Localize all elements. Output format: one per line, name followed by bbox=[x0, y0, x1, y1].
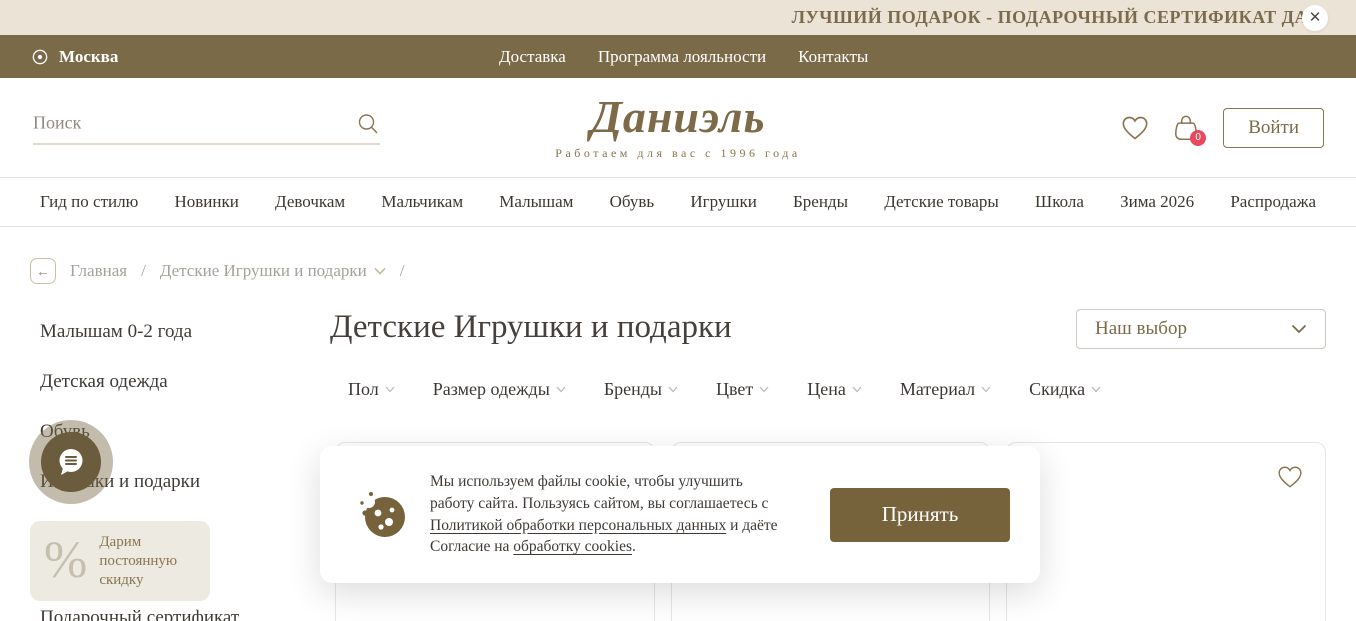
search-input[interactable] bbox=[33, 113, 356, 134]
login-button[interactable]: Войти bbox=[1223, 108, 1324, 148]
nav-item-babies[interactable]: Малышам bbox=[499, 192, 573, 212]
location-icon bbox=[30, 47, 50, 67]
city-selector[interactable]: Москва bbox=[0, 47, 118, 67]
breadcrumb-current[interactable]: Детские Игрушки и подарки bbox=[160, 261, 386, 281]
breadcrumb-separator: / bbox=[141, 261, 146, 281]
filter-color[interactable]: Цвет bbox=[716, 379, 769, 400]
sidebar-item-certificate[interactable]: Подарочный сертификат bbox=[40, 607, 330, 621]
filter-label: Размер одежды bbox=[433, 379, 550, 400]
nav-item-shoes[interactable]: Обувь bbox=[610, 192, 655, 212]
product-card[interactable]: ⚓ bbox=[1006, 442, 1326, 621]
cookie-text-part1: Мы используем файлы cookie, чтобы улучши… bbox=[430, 473, 768, 512]
promo-banner: ЛУЧШИЙ ПОДАРОК - ПОДАРОЧНЫЙ СЕРТИФИКАТ Д… bbox=[0, 0, 1356, 35]
heart-icon bbox=[1121, 115, 1149, 141]
title-row: Детские Игрушки и подарки Наш выбор bbox=[330, 309, 1326, 349]
topbar-link-delivery[interactable]: Доставка bbox=[499, 47, 566, 67]
cookie-accept-button[interactable]: Принять bbox=[830, 488, 1010, 542]
cart-button[interactable]: 0 bbox=[1173, 114, 1199, 142]
city-label: Москва bbox=[59, 47, 118, 67]
chevron-down-icon bbox=[668, 386, 678, 393]
chevron-down-icon bbox=[374, 267, 386, 275]
sidebar-item-babies[interactable]: Малышам 0-2 года bbox=[40, 321, 330, 343]
search-icon[interactable] bbox=[356, 111, 380, 135]
chevron-down-icon bbox=[1091, 386, 1101, 393]
nav-item-brands[interactable]: Бренды bbox=[793, 192, 848, 212]
header: Даниэль Работаем для вас с 1996 года 0 В… bbox=[0, 78, 1356, 177]
chat-bubble-icon bbox=[55, 446, 87, 478]
breadcrumb-current-label: Детские Игрушки и подарки bbox=[160, 261, 367, 281]
filter-size[interactable]: Размер одежды bbox=[433, 379, 566, 400]
filter-material[interactable]: Материал bbox=[900, 379, 991, 400]
logo-tagline: Работаем для вас с 1996 года bbox=[555, 146, 800, 161]
filter-label: Бренды bbox=[604, 379, 662, 400]
filter-row: Пол Размер одежды Бренды Цвет Цена Матер… bbox=[330, 379, 1326, 400]
filter-label: Цвет bbox=[716, 379, 753, 400]
page: ЛУЧШИЙ ПОДАРОК - ПОДАРОЧНЫЙ СЕРТИФИКАТ Д… bbox=[0, 0, 1356, 621]
sidebar-item-clothes[interactable]: Детская одежда bbox=[40, 371, 330, 393]
chevron-down-icon bbox=[556, 386, 566, 393]
breadcrumb: ← Главная / Детские Игрушки и подарки / bbox=[0, 227, 1356, 284]
discount-promo-box[interactable]: % Дарим постоянную скидку bbox=[30, 521, 210, 601]
promo-banner-text: ЛУЧШИЙ ПОДАРОК - ПОДАРОЧНЫЙ СЕРТИФИКАТ Д… bbox=[792, 7, 1356, 28]
nav-item-school[interactable]: Школа bbox=[1035, 192, 1084, 212]
sort-select[interactable]: Наш выбор bbox=[1076, 309, 1326, 349]
filter-gender[interactable]: Пол bbox=[348, 379, 395, 400]
nav-item-winter[interactable]: Зима 2026 bbox=[1120, 192, 1194, 212]
topbar: Москва Доставка Программа лояльности Кон… bbox=[0, 35, 1356, 78]
nav-item-style-guide[interactable]: Гид по стилю bbox=[40, 192, 138, 212]
chat-fab-circle bbox=[41, 432, 101, 492]
sort-select-value: Наш выбор bbox=[1095, 318, 1187, 340]
chevron-down-icon bbox=[759, 386, 769, 393]
logo-text: Даниэль bbox=[555, 94, 800, 140]
favorite-button[interactable] bbox=[1277, 465, 1303, 492]
nav-item-new[interactable]: Новинки bbox=[174, 192, 238, 212]
chevron-down-icon bbox=[981, 386, 991, 393]
chevron-down-icon bbox=[852, 386, 862, 393]
breadcrumb-separator-2: / bbox=[400, 261, 405, 281]
main-nav: Гид по стилю Новинки Девочкам Мальчикам … bbox=[0, 177, 1356, 227]
nav-item-kids-goods[interactable]: Детские товары bbox=[884, 192, 999, 212]
page-title: Детские Игрушки и подарки bbox=[330, 309, 732, 345]
nav-item-girls[interactable]: Девочкам bbox=[275, 192, 345, 212]
filter-label: Материал bbox=[900, 379, 975, 400]
topbar-links: Доставка Программа лояльности Контакты bbox=[499, 47, 868, 67]
cookie-policy-link[interactable]: Политикой обработки персональных данных bbox=[430, 517, 726, 534]
filter-label: Цена bbox=[807, 379, 846, 400]
filter-label: Скидка bbox=[1029, 379, 1085, 400]
filter-discount[interactable]: Скидка bbox=[1029, 379, 1101, 400]
nav-item-toys[interactable]: Игрушки bbox=[690, 192, 756, 212]
cart-count-badge: 0 bbox=[1190, 130, 1206, 146]
cookie-text-part3: . bbox=[632, 538, 636, 555]
chevron-down-icon bbox=[1291, 324, 1307, 334]
percent-icon: % bbox=[44, 535, 87, 587]
breadcrumb-home[interactable]: Главная bbox=[70, 261, 127, 281]
cookie-processing-link[interactable]: обработку cookies bbox=[513, 538, 632, 555]
discount-promo-text: Дарим постоянную скидку bbox=[99, 533, 191, 589]
topbar-link-loyalty[interactable]: Программа лояльности bbox=[598, 47, 766, 67]
filter-brands[interactable]: Бренды bbox=[604, 379, 678, 400]
breadcrumb-back-button[interactable]: ← bbox=[30, 258, 56, 284]
chevron-down-icon bbox=[385, 386, 395, 393]
cookie-banner: Мы используем файлы cookie, чтобы улучши… bbox=[320, 446, 1040, 583]
cookie-message: Мы используем файлы cookie, чтобы улучши… bbox=[430, 471, 790, 558]
topbar-link-contacts[interactable]: Контакты bbox=[798, 47, 868, 67]
nav-item-boys[interactable]: Мальчикам bbox=[381, 192, 463, 212]
logo[interactable]: Даниэль Работаем для вас с 1996 года bbox=[555, 94, 800, 161]
favorites-button[interactable] bbox=[1121, 115, 1149, 141]
chat-widget-button[interactable] bbox=[29, 420, 113, 504]
close-icon[interactable]: ✕ bbox=[1302, 5, 1328, 31]
nav-item-sale[interactable]: Распродажа bbox=[1230, 192, 1316, 212]
search-box bbox=[33, 111, 380, 144]
cookie-icon bbox=[356, 489, 408, 541]
filter-label: Пол bbox=[348, 379, 379, 400]
heart-icon bbox=[1277, 465, 1303, 489]
filter-price[interactable]: Цена bbox=[807, 379, 862, 400]
header-actions: 0 Войти bbox=[1121, 108, 1324, 148]
